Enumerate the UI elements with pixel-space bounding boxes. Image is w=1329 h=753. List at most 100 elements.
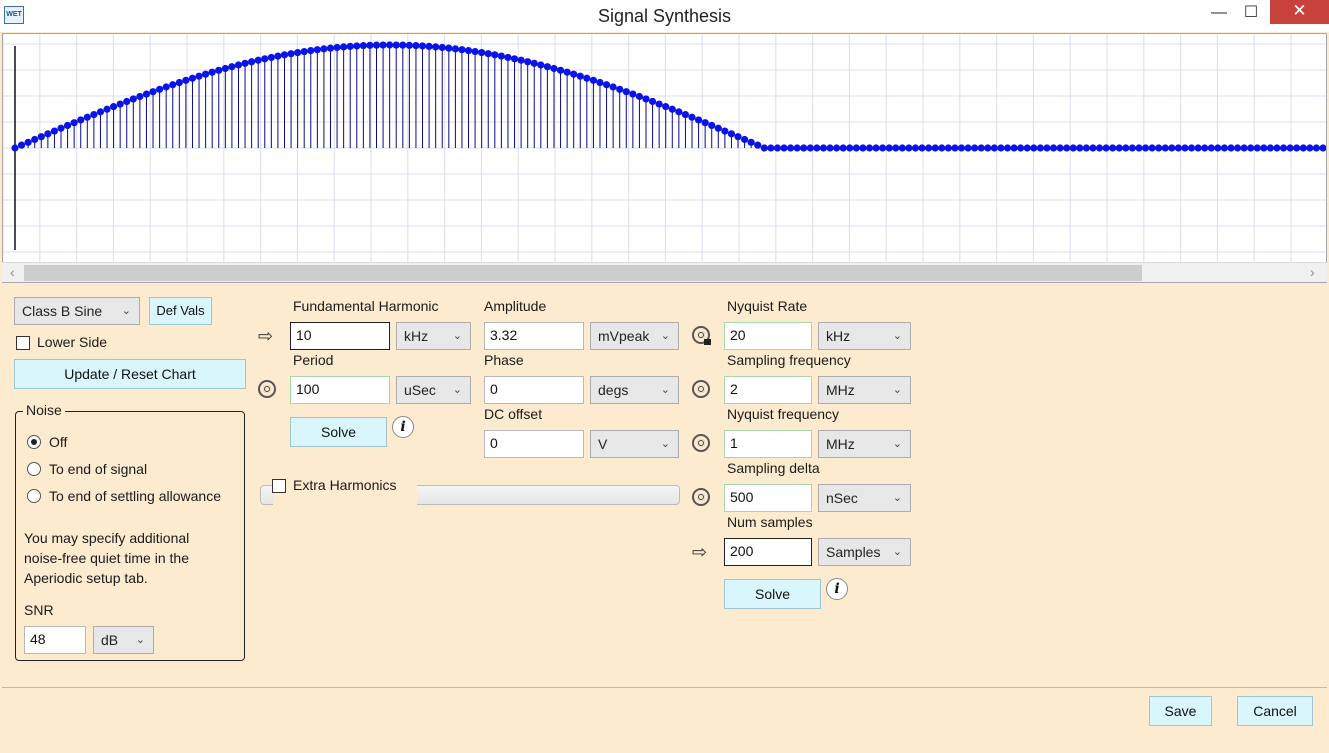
noise-to-end-of-signal-radio[interactable] <box>27 462 41 476</box>
sample-point <box>1095 144 1104 152</box>
sampling-delta-unit-value: nSec <box>826 490 858 506</box>
sample-point <box>550 64 558 73</box>
amplitude-input[interactable]: 3.32 <box>484 322 584 350</box>
sample-point <box>780 144 788 152</box>
chart-horizontal-scrollbar[interactable]: ‹ › <box>2 262 1327 282</box>
sample-point <box>819 144 828 152</box>
chevron-down-icon: ⌄ <box>892 492 902 504</box>
scroll-right-icon[interactable]: › <box>1310 264 1315 280</box>
sample-point <box>1122 144 1130 152</box>
fundamental-info-icon[interactable]: i <box>392 416 414 438</box>
sample-point <box>221 64 229 73</box>
snr-input[interactable]: 48 <box>24 626 86 654</box>
lower-side-label: Lower Side <box>37 334 108 350</box>
sample-point <box>1273 144 1281 152</box>
sample-point <box>156 85 164 93</box>
def-vals-button[interactable]: Def Vals <box>149 297 212 325</box>
nyquist-frequency-target-icon[interactable] <box>692 434 710 452</box>
noise-note-line: Aperiodic setup tab. <box>24 570 148 586</box>
sample-point <box>905 144 913 152</box>
nyquist-rate-locked-target-icon[interactable] <box>692 326 711 345</box>
sampling-delta-unit-select[interactable]: nSec ⌄ <box>818 484 911 512</box>
sample-point <box>379 41 387 49</box>
noise-off-radio[interactable] <box>27 435 41 449</box>
noise-group-title: Noise <box>23 402 65 418</box>
scroll-left-icon[interactable]: ‹ <box>10 264 15 280</box>
sampling-delta-target-icon[interactable] <box>692 488 710 506</box>
waveform-select[interactable]: Class B Sine ⌄ <box>14 297 140 325</box>
num-samples-unit-select[interactable]: Samples ⌄ <box>818 538 911 566</box>
scrollbar-thumb[interactable] <box>24 265 1142 281</box>
sample-point <box>418 42 427 50</box>
snr-label: SNR <box>24 602 54 618</box>
sample-point <box>1201 144 1209 152</box>
sample-point <box>1043 144 1051 152</box>
fundamental-frequency-input[interactable]: 10 <box>290 322 390 350</box>
sampling-frequency-label: Sampling frequency <box>727 352 851 368</box>
sampling-frequency-target-icon[interactable] <box>692 380 710 398</box>
maximize-button[interactable]: ☐ <box>1236 0 1266 28</box>
sample-point <box>254 56 262 64</box>
sampling-frequency-input[interactable]: 2 <box>724 376 812 404</box>
sample-point <box>964 144 972 152</box>
sample-point <box>1030 144 1038 152</box>
dc-offset-unit-select[interactable]: V ⌄ <box>590 430 679 458</box>
lower-side-checkbox[interactable] <box>16 336 30 350</box>
arrow-right-icon: ⇨ <box>692 542 708 562</box>
period-unit-select[interactable]: uSec ⌄ <box>396 376 471 404</box>
amplitude-unit-select[interactable]: mVpeak ⌄ <box>590 322 679 350</box>
sample-point <box>977 144 985 152</box>
sample-point <box>892 144 900 152</box>
sample-point <box>1279 144 1288 152</box>
phase-unit-select[interactable]: degs ⌄ <box>590 376 679 404</box>
dc-offset-input[interactable]: 0 <box>484 430 584 458</box>
nyquist-rate-unit-select[interactable]: kHz ⌄ <box>818 322 911 350</box>
sample-point <box>405 41 413 49</box>
sample-point <box>366 41 374 49</box>
save-button[interactable]: Save <box>1149 696 1212 726</box>
fundamental-unit-select[interactable]: kHz ⌄ <box>396 322 471 350</box>
sampling-frequency-unit-select[interactable]: MHz ⌄ <box>818 376 911 404</box>
sampling-delta-input[interactable]: 500 <box>724 484 812 512</box>
title-bar: WET Signal Synthesis — ☐ ✕ <box>0 0 1329 32</box>
extra-harmonics-label: Extra Harmonics <box>293 477 397 493</box>
sample-point <box>635 92 644 101</box>
sample-point <box>1207 144 1215 152</box>
sample-point <box>524 58 532 66</box>
sample-point <box>1135 144 1143 152</box>
sample-point <box>1063 144 1071 152</box>
sample-point <box>826 144 834 152</box>
fundamental-solve-button[interactable]: Solve <box>290 417 387 447</box>
sample-point <box>951 144 959 152</box>
sample-point <box>1082 144 1090 152</box>
sample-point <box>1240 144 1248 152</box>
period-unit-value: uSec <box>404 382 436 398</box>
minimize-button[interactable]: — <box>1204 0 1234 28</box>
period-target-icon[interactable] <box>258 380 276 398</box>
sample-point <box>307 46 315 55</box>
sample-point <box>333 43 341 52</box>
sample-point <box>701 119 709 127</box>
num-samples-input[interactable]: 200 <box>724 538 812 566</box>
period-input[interactable]: 100 <box>290 376 390 404</box>
close-button[interactable]: ✕ <box>1270 0 1329 24</box>
nyquist-rate-input[interactable]: 20 <box>724 322 812 350</box>
sampling-solve-button[interactable]: Solve <box>724 579 821 609</box>
nyquist-frequency-unit-select[interactable]: MHz ⌄ <box>818 430 911 458</box>
sample-point <box>833 144 841 152</box>
sample-point <box>971 144 979 152</box>
sampling-info-icon[interactable]: i <box>826 578 848 600</box>
phase-input[interactable]: 0 <box>484 376 584 404</box>
noise-to-end-of-settling-radio[interactable] <box>27 489 41 503</box>
update-reset-chart-button[interactable]: Update / Reset Chart <box>14 359 246 389</box>
num-samples-unit-value: Samples <box>826 544 881 560</box>
snr-unit-select[interactable]: dB ⌄ <box>93 626 154 654</box>
sample-point <box>438 43 446 52</box>
extra-harmonics-checkbox[interactable] <box>272 479 286 493</box>
sample-point <box>510 55 519 63</box>
nyquist-frequency-input[interactable]: 1 <box>724 430 812 458</box>
cancel-button[interactable]: Cancel <box>1237 696 1313 726</box>
sample-point <box>248 58 256 66</box>
sample-point <box>412 42 420 50</box>
chevron-down-icon: ⌄ <box>135 634 145 646</box>
